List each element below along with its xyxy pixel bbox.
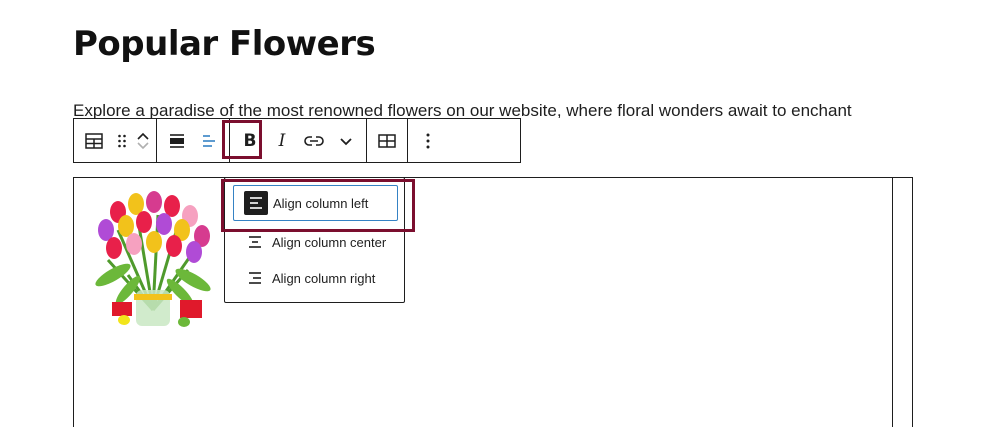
table-block-button[interactable] (78, 123, 110, 159)
column-divider (892, 177, 893, 427)
drag-handle-icon (118, 134, 126, 147)
move-down-icon[interactable] (136, 141, 150, 151)
move-up-icon[interactable] (136, 131, 150, 141)
chevron-down-icon (340, 137, 352, 145)
align-column-highlight (222, 120, 262, 159)
align-icon (170, 133, 184, 148)
menu-item-align-right[interactable]: Align column right (233, 260, 398, 296)
flower-bouquet-image[interactable] (88, 190, 218, 335)
align-button[interactable] (161, 123, 193, 159)
toolbar-group-table (367, 119, 408, 162)
menu-item-label: Align column right (272, 270, 376, 286)
drag-handle-button[interactable] (110, 123, 134, 159)
block-toolbar: B I (73, 118, 521, 163)
italic-icon: I (278, 130, 286, 151)
menu-item-label: Align column center (272, 234, 387, 250)
more-formatting-button[interactable] (330, 123, 362, 159)
align-left-highlight (221, 179, 415, 232)
align-center-icon (243, 230, 267, 254)
toolbar-group-align (157, 119, 230, 162)
edit-table-button[interactable] (371, 123, 403, 159)
align-right-icon (243, 266, 267, 290)
link-button[interactable] (298, 123, 330, 159)
edit-table-icon (378, 133, 396, 148)
align-column-icon (203, 134, 215, 147)
table-icon (85, 132, 103, 149)
more-options-icon (426, 133, 430, 148)
italic-button[interactable]: I (266, 123, 298, 159)
block-mover (134, 123, 152, 159)
link-icon (304, 135, 324, 146)
intro-paragraph[interactable]: Explore a paradise of the most renowned … (73, 100, 973, 118)
toolbar-group-options (408, 119, 448, 162)
page-title: Popular Flowers (73, 24, 376, 64)
toolbar-group-block (74, 119, 157, 162)
align-column-button[interactable] (193, 123, 225, 159)
more-options-button[interactable] (412, 123, 444, 159)
